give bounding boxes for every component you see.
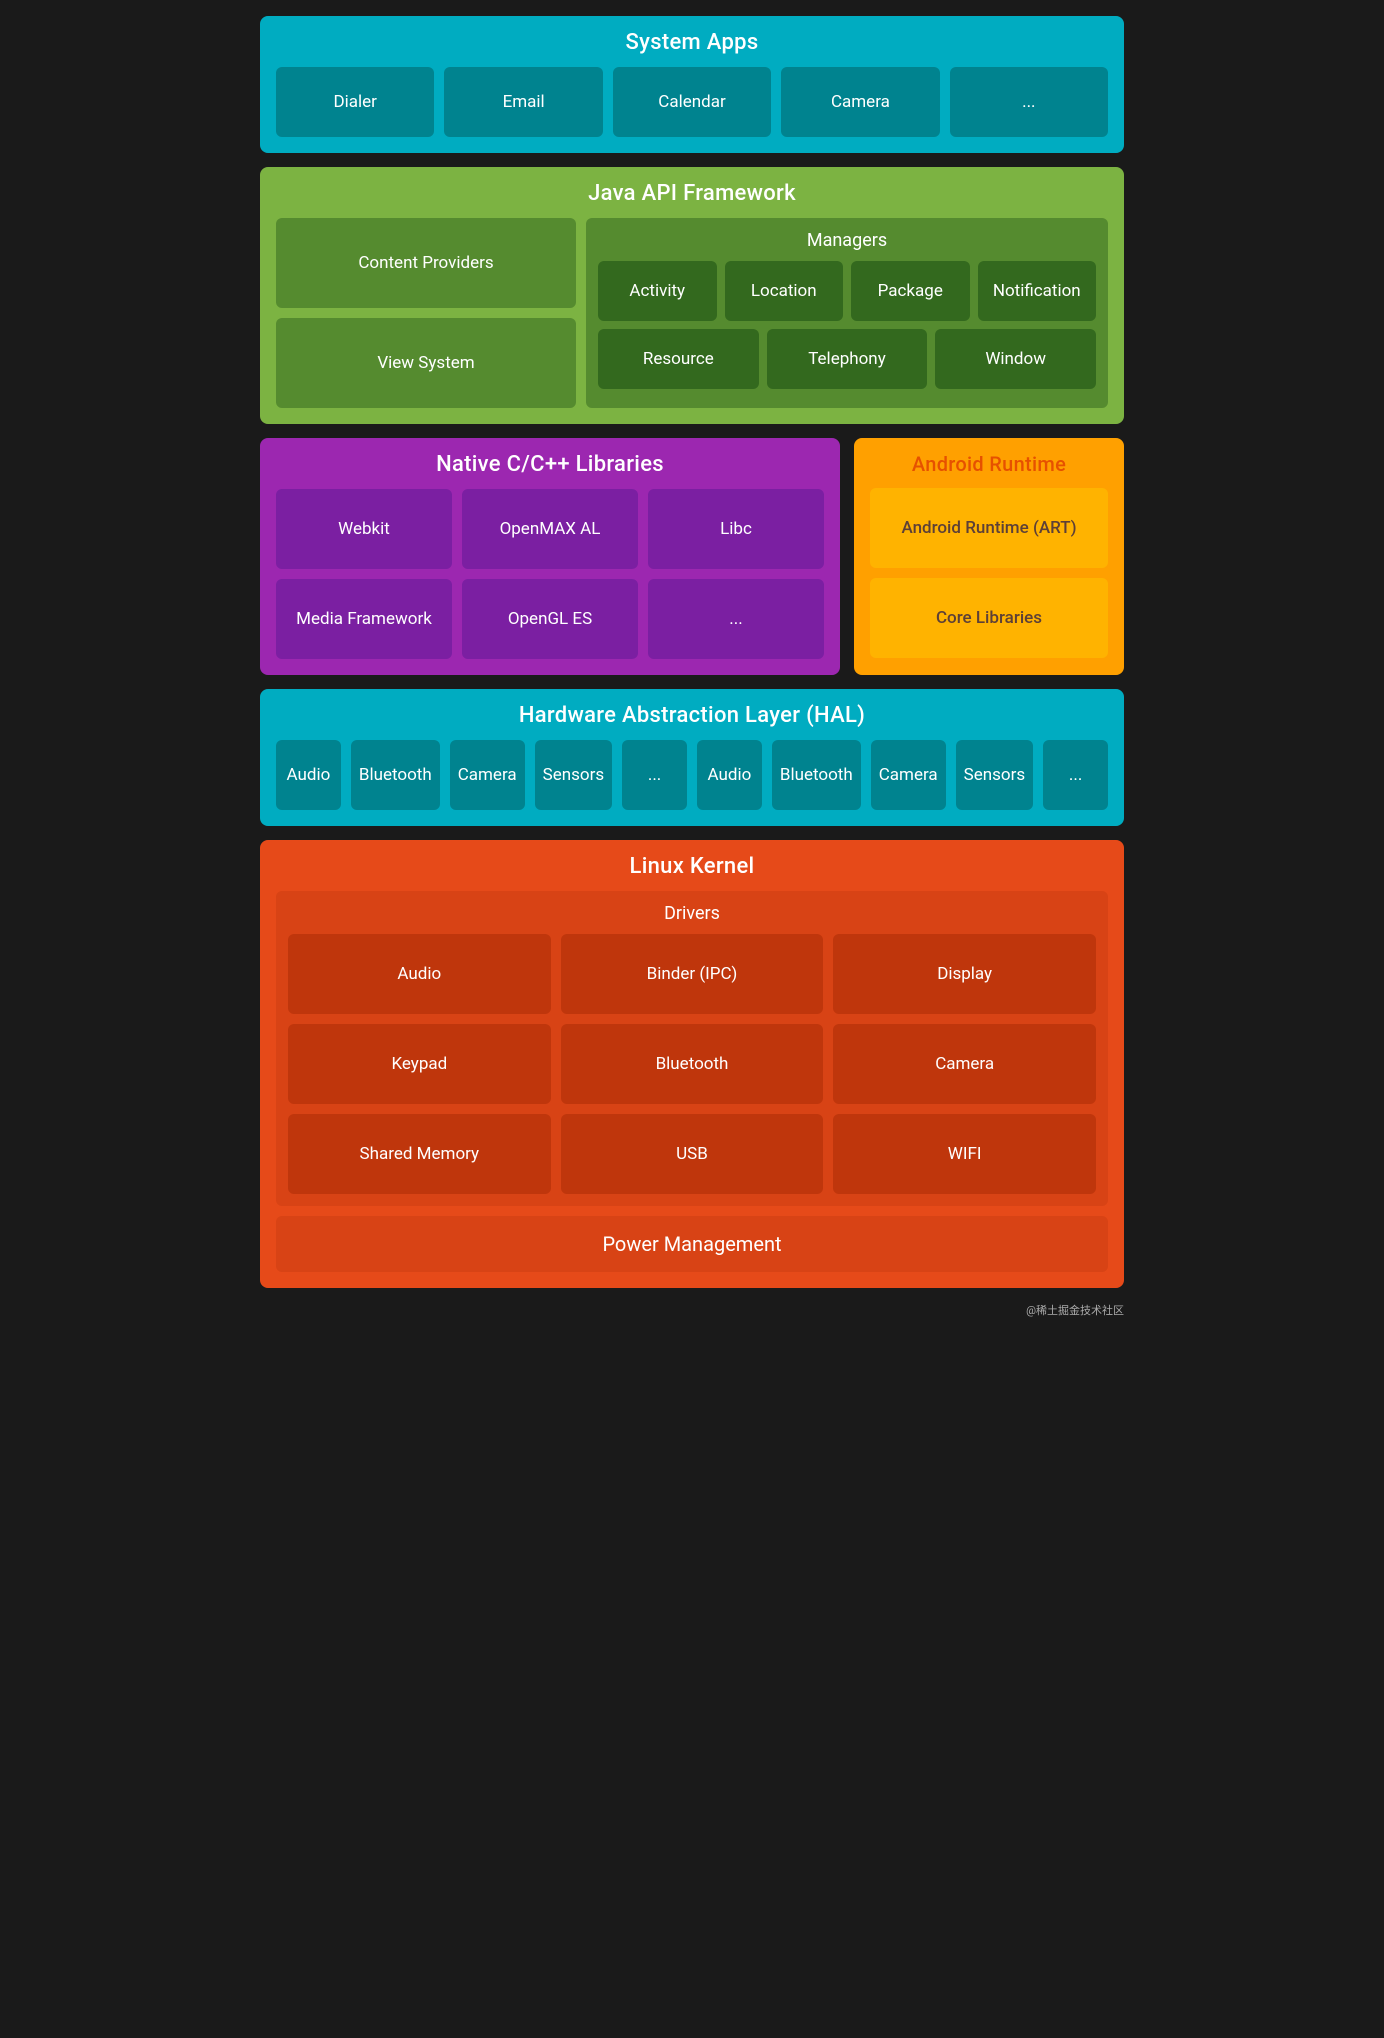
libc-card: Libc: [648, 489, 824, 569]
java-api-title: Java API Framework: [276, 181, 1108, 206]
power-management-card: Power Management: [276, 1216, 1108, 1272]
system-apps-card-4: ...: [950, 67, 1108, 137]
location-card: Location: [725, 261, 844, 321]
window-card: Window: [935, 329, 1096, 389]
kernel-bluetooth-card: Bluetooth: [561, 1024, 824, 1104]
system-apps-card-1: Email: [444, 67, 602, 137]
hal-card-2: Camera: [871, 740, 946, 810]
android-runtime-title: Android Runtime: [870, 452, 1108, 476]
hal-title: Hardware Abstraction Layer (HAL): [276, 703, 1108, 728]
hal-camera-card: Camera: [450, 740, 525, 810]
native-libs-grid: Webkit OpenMAX AL Libc Media Framework O…: [276, 489, 824, 659]
system-apps-card-0: Dialer: [276, 67, 434, 137]
hal-more-card: ...: [622, 740, 687, 810]
resource-card: Resource: [598, 329, 759, 389]
drivers-box: Drivers Audio Binder (IPC) Display Keypa…: [276, 891, 1108, 1206]
shared-memory-card: Shared Memory: [288, 1114, 551, 1194]
display-card: Display: [833, 934, 1096, 1014]
art-card: Android Runtime (ART): [870, 488, 1108, 568]
native-runtime-row: Native C/C++ Libraries Webkit OpenMAX AL…: [260, 438, 1124, 675]
native-libs-title: Native C/C++ Libraries: [276, 452, 824, 477]
openmax-card: OpenMAX AL: [462, 489, 638, 569]
view-system-card: View System: [276, 318, 576, 408]
watermark: @稀土掘金技术社区: [260, 1302, 1124, 1318]
media-framework-card: Media Framework: [276, 579, 452, 659]
keypad-card: Keypad: [288, 1024, 551, 1104]
linux-kernel-title: Linux Kernel: [276, 854, 1108, 879]
hal-layer: Hardware Abstraction Layer (HAL) Audio B…: [260, 689, 1124, 826]
system-apps-layer: System Apps DialerEmailCalendarCamera...: [260, 16, 1124, 153]
system-apps-title: System Apps: [276, 30, 1108, 55]
managers-row1: Activity Location Package Notification: [598, 261, 1096, 321]
linux-kernel-layer: Linux Kernel Drivers Audio Binder (IPC) …: [260, 840, 1124, 1288]
webkit-card: Webkit: [276, 489, 452, 569]
native-more-card: ...: [648, 579, 824, 659]
usb-card: USB: [561, 1114, 824, 1194]
java-api-left: Content Providers View System: [276, 218, 576, 408]
telephony-card: Telephony: [767, 329, 928, 389]
drivers-title: Drivers: [288, 903, 1096, 924]
hal-sensors-card: Sensors: [535, 740, 613, 810]
activity-card: Activity: [598, 261, 717, 321]
managers-title: Managers: [598, 230, 1096, 251]
binder-card: Binder (IPC): [561, 934, 824, 1014]
hal-card-4: ...: [1043, 740, 1108, 810]
java-api-inner: Content Providers View System Managers A…: [276, 218, 1108, 408]
kernel-camera-card: Camera: [833, 1024, 1096, 1104]
system-apps-card-2: Calendar: [613, 67, 771, 137]
managers-row2: Resource Telephony Window: [598, 329, 1096, 389]
hal-card-0: Audio: [697, 740, 762, 810]
hal-audio-card: Audio: [276, 740, 341, 810]
system-apps-card-3: Camera: [781, 67, 939, 137]
drivers-grid: Audio Binder (IPC) Display Keypad Blueto…: [288, 934, 1096, 1194]
opengl-card: OpenGL ES: [462, 579, 638, 659]
content-providers-card: Content Providers: [276, 218, 576, 308]
java-api-layer: Java API Framework Content Providers Vie…: [260, 167, 1124, 424]
native-libs-layer: Native C/C++ Libraries Webkit OpenMAX AL…: [260, 438, 840, 675]
hal-cards: Audio Bluetooth Camera Sensors ... Audio…: [276, 740, 1108, 810]
wifi-card: WIFI: [833, 1114, 1096, 1194]
core-libraries-card: Core Libraries: [870, 578, 1108, 658]
android-runtime-layer: Android Runtime Android Runtime (ART) Co…: [854, 438, 1124, 675]
system-apps-cards: DialerEmailCalendarCamera...: [276, 67, 1108, 137]
kernel-audio-card: Audio: [288, 934, 551, 1014]
managers-box: Managers Activity Location Package Notif…: [586, 218, 1108, 408]
notification-card: Notification: [978, 261, 1097, 321]
hal-card-1: Bluetooth: [772, 740, 861, 810]
hal-card-3: Sensors: [956, 740, 1034, 810]
hal-bluetooth-card: Bluetooth: [351, 740, 440, 810]
package-card: Package: [851, 261, 970, 321]
